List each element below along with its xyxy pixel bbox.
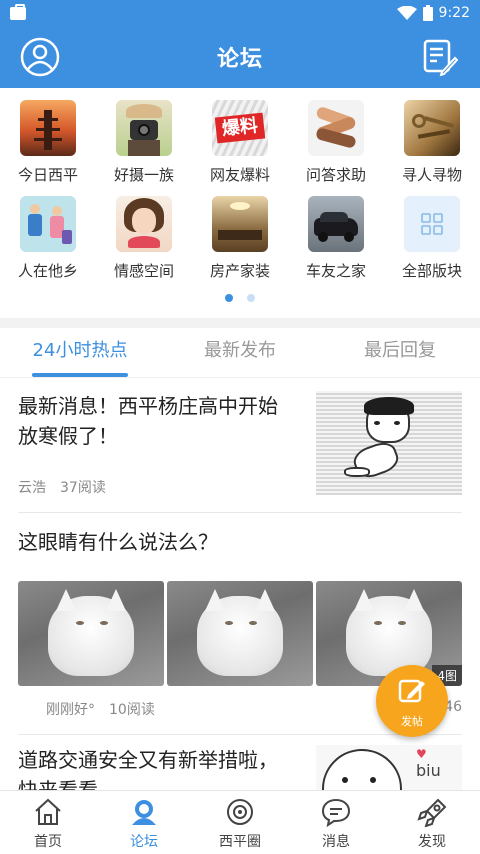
new-post-label: 发帖: [401, 715, 423, 728]
travelers-illustration: [20, 196, 76, 252]
interior-photo: [212, 196, 268, 252]
page-dot-active: [225, 294, 233, 302]
user-avatar-icon[interactable]: [20, 37, 60, 77]
forum-icon: [132, 800, 156, 825]
girl-photo: [116, 196, 172, 252]
nav-discover[interactable]: 发现: [384, 791, 480, 854]
new-post-button[interactable]: 发帖: [376, 665, 448, 737]
page-indicator: [0, 294, 480, 302]
post-image: 4图: [316, 581, 462, 686]
post-divider: [18, 512, 462, 513]
post-image: [167, 581, 313, 686]
tab-24h-hot[interactable]: 24小时热点: [0, 328, 160, 377]
category-label: 房产家装: [209, 262, 270, 280]
category-label: 问答求助: [305, 166, 366, 184]
category-label: 情感空间: [113, 262, 174, 280]
heart-icon: ♥: [416, 747, 427, 761]
category-label: 今日西平: [17, 166, 78, 184]
app-bar: 论坛: [0, 26, 480, 88]
category-xunren-xunwu[interactable]: 寻人寻物: [384, 100, 480, 185]
sticker-text: biu: [416, 761, 441, 780]
category-label: 全部版块: [401, 262, 462, 280]
nav-messages[interactable]: 消息: [288, 791, 384, 854]
category-quanbu-bankuai[interactable]: 全部版块: [384, 196, 480, 281]
post-author: 云浩: [18, 480, 46, 496]
category-qinggan-kongjian[interactable]: 情感空间: [96, 196, 192, 281]
app-root: 9:22 论坛 今日西平 好摄一族 爆料 网友爆料 问答求助 寻人寻物 人在他乡…: [0, 0, 480, 854]
nav-label: 论坛: [130, 834, 158, 850]
compose-note-icon[interactable]: [422, 38, 458, 76]
post-author: 刚刚好°: [46, 702, 95, 718]
category-wenda-qiuzhu[interactable]: 问答求助: [288, 100, 384, 185]
category-haoshe-yizu[interactable]: 好摄一族: [96, 100, 192, 185]
nav-label: 西平圈: [219, 834, 261, 850]
post-divider: [18, 734, 462, 735]
post-reads: 10阅读: [109, 702, 155, 718]
category-jinri-xiping[interactable]: 今日西平: [0, 100, 96, 185]
section-separator: [0, 318, 480, 328]
category-label: 车友之家: [305, 262, 366, 280]
post-item[interactable]: 道路交通安全又有新举措啦，快来看看 ♥ biu: [18, 745, 462, 790]
page-dot: [247, 294, 255, 302]
page-title: 论坛: [216, 47, 263, 72]
wifi-icon: [396, 6, 417, 20]
category-cheyou-zhijia[interactable]: 车友之家: [288, 196, 384, 281]
hands-photo: [308, 100, 364, 156]
clock: 9:22: [438, 5, 470, 21]
nav-label: 首页: [34, 834, 62, 850]
category-label: 网友爆料: [209, 166, 270, 184]
bottom-nav: 首页 论坛 西平圈 消息 发现: [0, 790, 480, 854]
category-label: 人在他乡: [17, 262, 78, 280]
post-reads: 37阅读: [60, 480, 106, 496]
circle-icon: [227, 799, 253, 825]
nav-forum[interactable]: 论坛: [96, 791, 192, 854]
baoliao-badge: 爆料: [212, 100, 268, 156]
home-icon: [35, 798, 61, 825]
post-title: 这眼睛有什么说法么？: [18, 530, 218, 554]
post-title: 道路交通安全又有新举措啦，快来看看: [18, 748, 278, 790]
category-fangchan-jiazhuang[interactable]: 房产家装: [192, 196, 288, 281]
nav-label: 消息: [322, 834, 350, 850]
status-bar: 9:22: [0, 0, 480, 26]
nav-home[interactable]: 首页: [0, 791, 96, 854]
category-label: 好摄一族: [113, 166, 174, 184]
category-wangyou-baoliao[interactable]: 爆料 网友爆料: [192, 100, 288, 185]
category-grid: 今日西平 好摄一族 爆料 网友爆料 问答求助 寻人寻物 人在他乡 情感空间 房产…: [0, 88, 480, 318]
feed-tabs: 24小时热点 最新发布 最后回复: [0, 328, 480, 378]
battery-icon: [422, 5, 433, 21]
pagoda-photo: [20, 100, 76, 156]
tab-last-reply[interactable]: 最后回复: [320, 328, 480, 377]
camera-photo: [116, 100, 172, 156]
post-image: [18, 581, 164, 686]
baoliao-badge-text: 爆料: [214, 112, 266, 144]
tab-latest[interactable]: 最新发布: [160, 328, 320, 377]
nav-label: 发现: [418, 834, 446, 850]
post-thumbnail: ♥ biu: [316, 745, 462, 790]
post-title: 最新消息！西平杨庄高中开始放寒假了！: [18, 394, 278, 448]
keys-photo: [404, 100, 460, 156]
post-thumbnail: [316, 391, 462, 495]
edit-icon: [398, 679, 425, 703]
discover-icon: [417, 798, 447, 828]
grid-icon: [404, 196, 460, 252]
car-photo: [308, 196, 364, 252]
briefcase-icon: [10, 3, 26, 20]
category-label: 寻人寻物: [401, 166, 462, 184]
nav-xiping-circle[interactable]: 西平圈: [192, 791, 288, 854]
message-icon: [321, 798, 351, 828]
category-renzai-taxiang[interactable]: 人在他乡: [0, 196, 96, 281]
post-item[interactable]: 最新消息！西平杨庄高中开始放寒假了！ 云浩 37阅读: [18, 391, 462, 499]
